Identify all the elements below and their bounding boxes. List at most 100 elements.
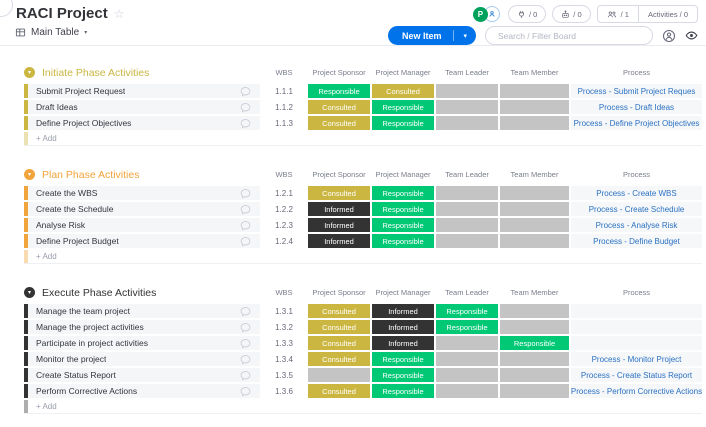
search-filter-box[interactable] (485, 26, 653, 45)
status-cell-team-leader[interactable] (436, 116, 498, 130)
process-cell[interactable]: Process - Create WBS (571, 186, 702, 200)
status-cell-team-leader[interactable] (436, 84, 498, 98)
column-header-process[interactable]: Process (571, 170, 702, 179)
status-cell-project-sponsor[interactable]: Consulted (308, 100, 370, 114)
item-name-cell[interactable]: Analyse Risk (24, 218, 260, 232)
status-cell-team-member[interactable]: Responsible (500, 336, 569, 350)
column-header-project-manager[interactable]: Project Manager (372, 170, 434, 179)
status-cell-project-manager[interactable]: Informed (372, 320, 434, 334)
column-header-team-member[interactable]: Team Member (500, 170, 569, 179)
wbs-cell[interactable]: 1.3.6 (262, 384, 306, 398)
wbs-cell[interactable]: 1.3.3 (262, 336, 306, 350)
item-name-cell[interactable]: Create Status Report (24, 368, 260, 382)
status-cell-team-member[interactable] (500, 186, 569, 200)
column-header-process[interactable]: Process (571, 288, 702, 297)
wbs-cell[interactable]: 1.2.3 (262, 218, 306, 232)
collapse-group-button[interactable]: ▾ (24, 67, 35, 78)
wbs-cell[interactable]: 1.1.1 (262, 84, 306, 98)
item-name-cell[interactable]: Monitor the project (24, 352, 260, 366)
status-cell-team-member[interactable] (500, 368, 569, 382)
process-cell[interactable]: Process - Monitor Project (571, 352, 702, 366)
process-link[interactable]: Process - Create Schedule (589, 205, 685, 214)
column-header-team-leader[interactable]: Team Leader (436, 170, 498, 179)
activities-badge[interactable]: Activities / 0 (638, 6, 697, 22)
chat-bubble-icon[interactable] (240, 204, 251, 215)
status-cell-project-sponsor[interactable]: Informed (308, 202, 370, 216)
status-cell-team-member[interactable] (500, 352, 569, 366)
status-cell-team-leader[interactable] (436, 352, 498, 366)
status-cell-project-sponsor[interactable]: Responsible (308, 84, 370, 98)
status-cell-project-sponsor[interactable]: Informed (308, 234, 370, 248)
status-cell-project-manager[interactable]: Responsible (372, 100, 434, 114)
item-name-cell[interactable]: Define Project Objectives (24, 116, 260, 130)
collapse-group-button[interactable]: ▾ (24, 169, 35, 180)
status-cell-project-sponsor[interactable]: Consulted (308, 304, 370, 318)
process-link[interactable]: Process - Monitor Project (592, 355, 682, 364)
column-header-process[interactable]: Process (571, 68, 702, 77)
status-cell-project-sponsor[interactable]: Consulted (308, 186, 370, 200)
status-cell-team-leader[interactable]: Responsible (436, 320, 498, 334)
add-item-button[interactable]: + Add (24, 250, 260, 263)
tab-main-table[interactable]: Main Table ▾ (15, 27, 87, 38)
status-cell-project-manager[interactable]: Responsible (372, 368, 434, 382)
status-cell-team-member[interactable] (500, 100, 569, 114)
chat-bubble-icon[interactable] (240, 322, 251, 333)
status-cell-project-sponsor[interactable]: Consulted (308, 336, 370, 350)
status-cell-project-sponsor[interactable]: Informed (308, 218, 370, 232)
collapse-group-button[interactable]: ▾ (24, 287, 35, 298)
chat-bubble-icon[interactable] (240, 102, 251, 113)
status-cell-team-member[interactable] (500, 84, 569, 98)
status-cell-team-member[interactable] (500, 304, 569, 318)
invite-badge[interactable]: / 1 (598, 6, 638, 22)
column-header-project-manager[interactable]: Project Manager (372, 68, 434, 77)
column-header-project-sponsor[interactable]: Project Sponsor (308, 170, 370, 179)
column-header-project-manager[interactable]: Project Manager (372, 288, 434, 297)
process-link[interactable]: Process - Create Status Report (581, 371, 692, 380)
status-cell-project-sponsor[interactable]: Consulted (308, 320, 370, 334)
status-cell-team-leader[interactable] (436, 336, 498, 350)
column-header-project-sponsor[interactable]: Project Sponsor (308, 68, 370, 77)
column-header-team-leader[interactable]: Team Leader (436, 288, 498, 297)
column-header-team-leader[interactable]: Team Leader (436, 68, 498, 77)
column-header-wbs[interactable]: WBS (262, 170, 306, 179)
status-cell-team-leader[interactable] (436, 234, 498, 248)
status-cell-team-leader[interactable] (436, 384, 498, 398)
process-cell[interactable]: Process - Define Budget (571, 234, 702, 248)
wbs-cell[interactable]: 1.3.1 (262, 304, 306, 318)
column-header-project-sponsor[interactable]: Project Sponsor (308, 288, 370, 297)
status-cell-team-leader[interactable] (436, 100, 498, 114)
process-cell[interactable]: Process - Define Project Objectives (571, 116, 702, 130)
process-cell[interactable]: Process - Perform Corrective Actions (571, 384, 702, 398)
process-cell[interactable]: Process - Draft Ideas (571, 100, 702, 114)
process-cell[interactable]: Process - Create Schedule (571, 202, 702, 216)
status-cell-project-manager[interactable]: Responsible (372, 186, 434, 200)
item-name-cell[interactable]: Create the WBS (24, 186, 260, 200)
wbs-cell[interactable]: 1.1.3 (262, 116, 306, 130)
process-cell[interactable]: Process - Create Status Report (571, 368, 702, 382)
status-cell-project-manager[interactable]: Responsible (372, 352, 434, 366)
process-link[interactable]: Process - Draft Ideas (599, 103, 674, 112)
chat-bubble-icon[interactable] (240, 86, 251, 97)
status-cell-team-member[interactable] (500, 320, 569, 334)
process-link[interactable]: Process - Define Budget (593, 237, 680, 246)
wbs-cell[interactable]: 1.2.2 (262, 202, 306, 216)
column-header-wbs[interactable]: WBS (262, 68, 306, 77)
status-cell-project-manager[interactable]: Informed (372, 336, 434, 350)
wbs-cell[interactable]: 1.1.2 (262, 100, 306, 114)
chat-bubble-icon[interactable] (240, 370, 251, 381)
status-cell-team-leader[interactable] (436, 202, 498, 216)
chat-bubble-icon[interactable] (240, 220, 251, 231)
item-name-cell[interactable]: Define Project Budget (24, 234, 260, 248)
status-cell-project-sponsor[interactable]: Consulted (308, 116, 370, 130)
item-name-cell[interactable]: Manage the team project (24, 304, 260, 318)
status-cell-project-manager[interactable]: Responsible (372, 202, 434, 216)
process-cell[interactable] (571, 304, 702, 318)
item-name-cell[interactable]: Perform Corrective Actions (24, 384, 260, 398)
item-name-cell[interactable]: Submit Project Request (24, 84, 260, 98)
process-link[interactable]: Process - Analyse Risk (596, 221, 678, 230)
chat-bubble-icon[interactable] (240, 386, 251, 397)
add-item-button[interactable]: + Add (24, 132, 260, 145)
wbs-cell[interactable]: 1.3.4 (262, 352, 306, 366)
status-cell-project-manager[interactable]: Responsible (372, 218, 434, 232)
status-cell-team-leader[interactable] (436, 218, 498, 232)
